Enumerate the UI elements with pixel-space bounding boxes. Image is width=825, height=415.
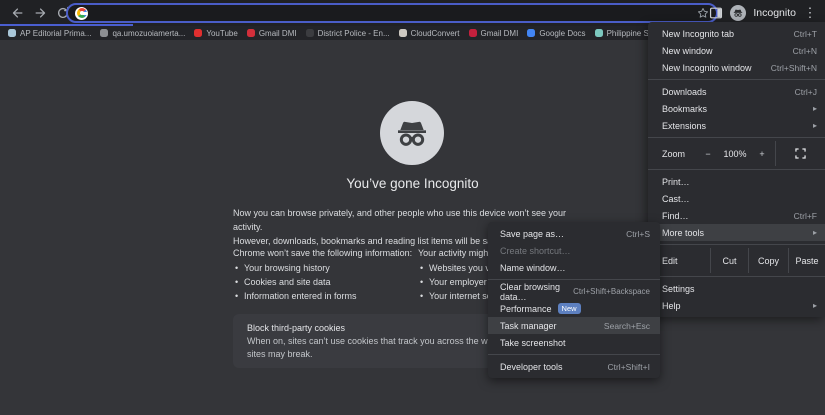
bookmark-item[interactable]: YouTube bbox=[194, 29, 237, 38]
bookmark-item[interactable]: Gmail DMI bbox=[247, 29, 297, 38]
paste-button[interactable]: Paste bbox=[788, 248, 825, 273]
submenu-item-name-window[interactable]: Name window… bbox=[488, 259, 660, 276]
menu-separator bbox=[648, 169, 825, 170]
submenu-arrow-icon: ▸ bbox=[813, 121, 817, 130]
bookmark-favicon bbox=[247, 29, 255, 37]
bookmark-item[interactable]: CloudConvert bbox=[399, 29, 460, 38]
incognito-icon bbox=[732, 7, 744, 19]
zoom-label: Zoom bbox=[648, 141, 685, 166]
menu-item-find[interactable]: Find…Ctrl+F bbox=[648, 207, 825, 224]
menu-item-more-tools[interactable]: More tools▸ bbox=[648, 224, 825, 241]
bookmark-item[interactable]: District Police - En... bbox=[306, 29, 390, 38]
bookmark-favicon bbox=[8, 29, 16, 37]
incognito-icon bbox=[392, 113, 432, 153]
bookmark-item[interactable]: AP Editorial Prima... bbox=[8, 29, 91, 38]
wont-save-column: Chrome won’t save the following informat… bbox=[233, 246, 423, 303]
arrow-left-icon bbox=[10, 6, 24, 20]
fullscreen-icon bbox=[795, 148, 806, 159]
menu-item-downloads[interactable]: DownloadsCtrl+J bbox=[648, 83, 825, 100]
google-favicon bbox=[75, 7, 88, 20]
bookmark-favicon bbox=[595, 29, 603, 37]
bookmark-star-button[interactable] bbox=[697, 7, 709, 19]
copy-button[interactable]: Copy bbox=[748, 248, 788, 273]
cut-button[interactable]: Cut bbox=[710, 248, 748, 273]
menu-item-help[interactable]: Help▸ bbox=[648, 297, 825, 314]
new-badge: New bbox=[558, 303, 581, 314]
menu-separator bbox=[648, 79, 825, 80]
submenu-item-clear-browsing-data[interactable]: Clear browsing data…Ctrl+Shift+Backspace bbox=[488, 283, 660, 300]
list-item: Information entered in forms bbox=[233, 289, 423, 303]
bookmark-item[interactable]: qa.umozuoiamerta... bbox=[100, 29, 185, 38]
browser-window: Incognito ⋮ AP Editorial Prima... qa.umo… bbox=[0, 0, 825, 415]
main-menu: New Incognito tabCtrl+T New windowCtrl+N… bbox=[648, 22, 825, 317]
zoom-out-button[interactable]: − bbox=[699, 141, 717, 166]
bookmark-favicon bbox=[306, 29, 314, 37]
fullscreen-button[interactable] bbox=[775, 141, 825, 166]
menu-item-cast[interactable]: Cast… bbox=[648, 190, 825, 207]
submenu-arrow-icon: ▸ bbox=[813, 228, 817, 237]
bookmark-favicon bbox=[399, 29, 407, 37]
menu-separator bbox=[488, 279, 660, 280]
address-bar[interactable] bbox=[66, 3, 718, 23]
forward-button[interactable] bbox=[32, 4, 50, 22]
submenu-item-task-manager[interactable]: Task managerSearch+Esc bbox=[488, 317, 660, 334]
back-button[interactable] bbox=[8, 4, 26, 22]
incognito-window-label: Incognito bbox=[753, 7, 796, 19]
star-icon bbox=[697, 7, 709, 19]
submenu-item-performance[interactable]: PerformanceNew bbox=[488, 300, 660, 317]
wont-save-heading: Chrome won’t save the following informat… bbox=[233, 246, 423, 260]
zoom-in-button[interactable]: + bbox=[753, 141, 771, 166]
bookmark-favicon bbox=[100, 29, 108, 37]
bookmark-item[interactable]: Google Docs bbox=[527, 29, 585, 38]
menu-separator bbox=[648, 276, 825, 277]
bookmark-favicon bbox=[469, 29, 477, 37]
url-input[interactable] bbox=[94, 8, 697, 19]
arrow-right-icon bbox=[34, 6, 48, 20]
submenu-item-save-page-as[interactable]: Save page as…Ctrl+S bbox=[488, 225, 660, 242]
bookmark-favicon bbox=[194, 29, 202, 37]
menu-item-extensions[interactable]: Extensions▸ bbox=[648, 117, 825, 134]
submenu-item-developer-tools[interactable]: Developer toolsCtrl+Shift+I bbox=[488, 358, 660, 375]
bookmark-favicon bbox=[527, 29, 535, 37]
edit-row: Edit Cut Copy Paste bbox=[648, 248, 825, 273]
menu-item-new-window[interactable]: New windowCtrl+N bbox=[648, 42, 825, 59]
zoom-controls: Zoom − 100% + bbox=[648, 141, 825, 166]
menu-item-new-incognito-window[interactable]: New Incognito windowCtrl+Shift+N bbox=[648, 59, 825, 76]
bookmark-item[interactable]: Gmail DMI bbox=[469, 29, 519, 38]
submenu-item-create-shortcut: Create shortcut… bbox=[488, 242, 660, 259]
submenu-item-take-screenshot[interactable]: Take screenshot bbox=[488, 334, 660, 351]
menu-separator bbox=[488, 354, 660, 355]
menu-item-new-incognito-tab[interactable]: New Incognito tabCtrl+T bbox=[648, 25, 825, 42]
zoom-level: 100% bbox=[717, 141, 753, 166]
menu-separator bbox=[648, 244, 825, 245]
more-tools-submenu: Save page as…Ctrl+S Create shortcut… Nam… bbox=[488, 222, 660, 378]
menu-item-print[interactable]: Print… bbox=[648, 173, 825, 190]
incognito-logo bbox=[380, 101, 444, 165]
list-item: Your browsing history bbox=[233, 261, 423, 275]
menu-item-settings[interactable]: Settings bbox=[648, 280, 825, 297]
menu-item-bookmarks[interactable]: Bookmarks▸ bbox=[648, 100, 825, 117]
incognito-badge[interactable] bbox=[730, 5, 746, 21]
list-item: Cookies and site data bbox=[233, 275, 423, 289]
side-panel-button[interactable] bbox=[709, 6, 723, 20]
menu-separator bbox=[648, 137, 825, 138]
side-panel-icon bbox=[709, 6, 723, 20]
submenu-arrow-icon: ▸ bbox=[813, 301, 817, 310]
submenu-arrow-icon: ▸ bbox=[813, 104, 817, 113]
